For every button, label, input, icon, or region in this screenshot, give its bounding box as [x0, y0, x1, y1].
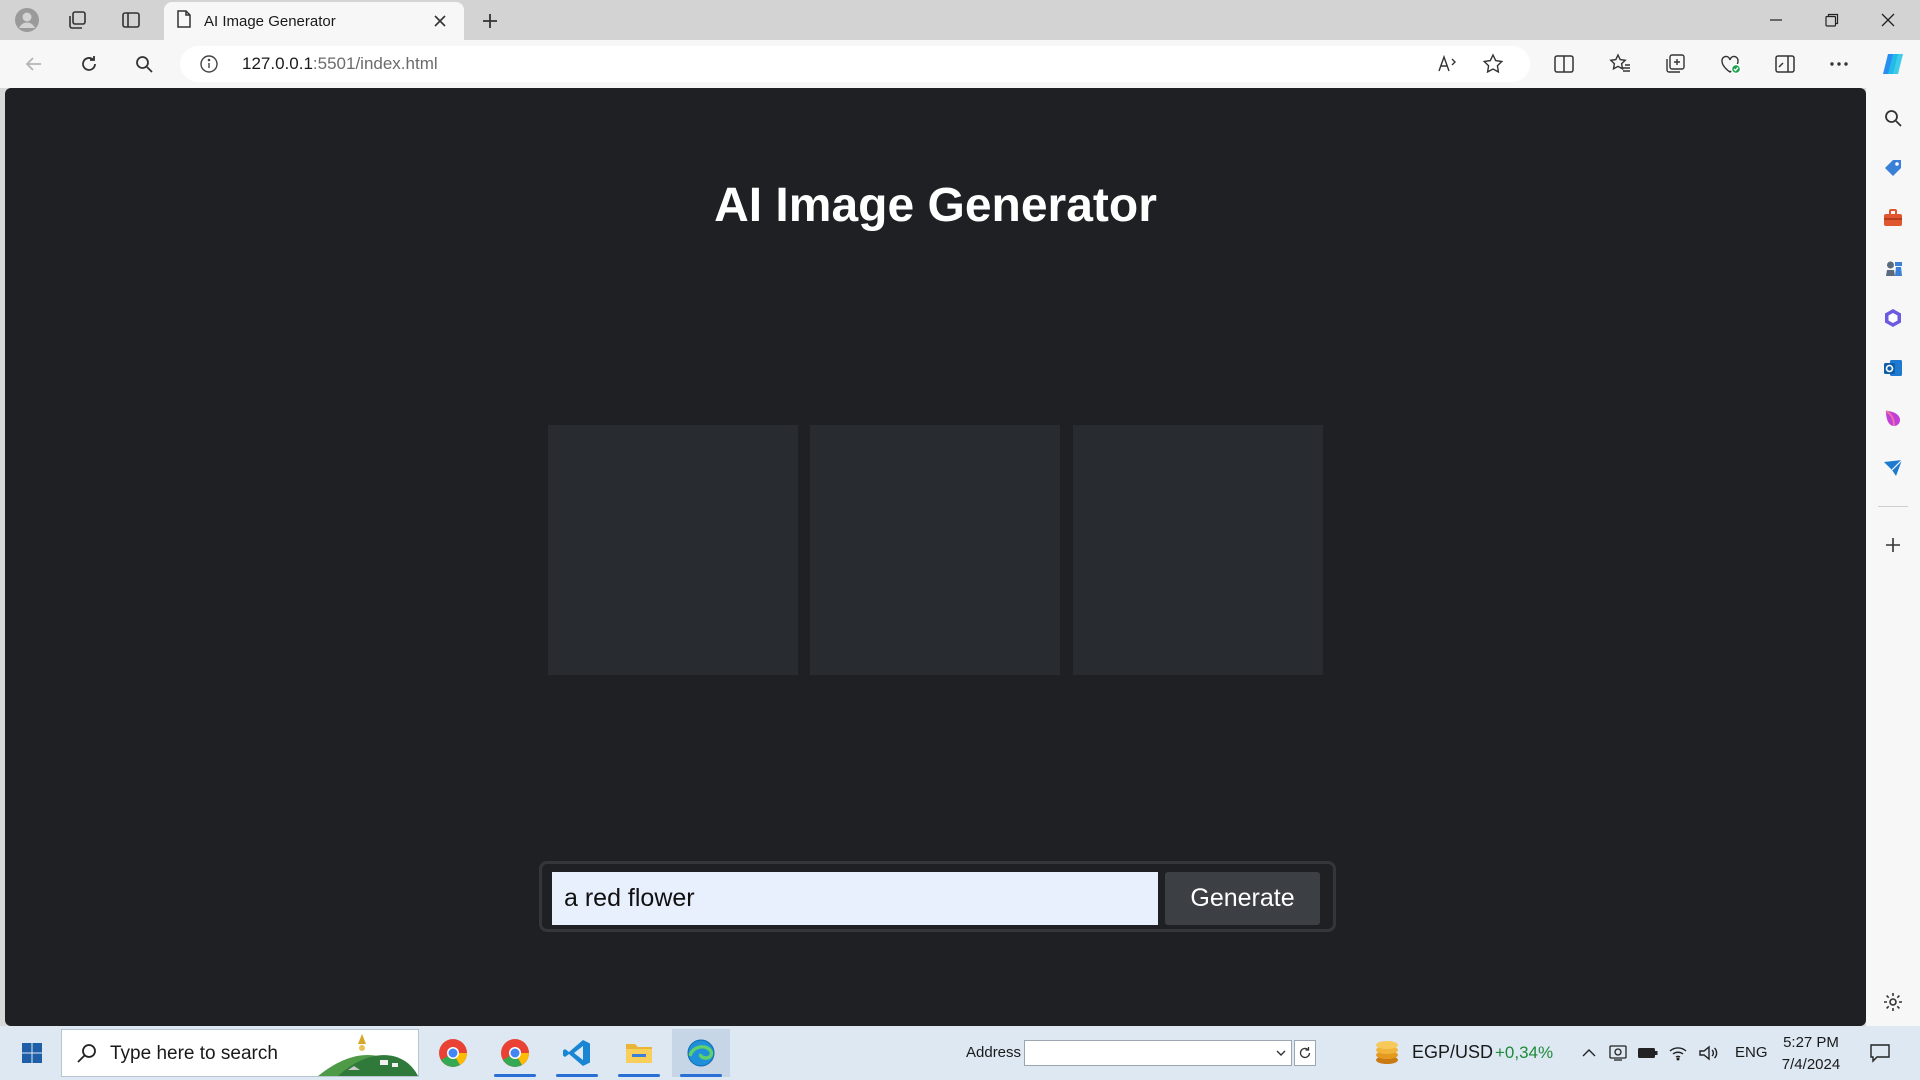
tools-briefcase-icon[interactable]	[1879, 204, 1907, 232]
chrome-icon-2	[501, 1039, 529, 1067]
page-viewport: AI Image Generator Generate	[5, 88, 1866, 1026]
vertical-tabs-icon[interactable]	[114, 4, 148, 36]
favorite-star-icon[interactable]	[1478, 50, 1508, 78]
search-highlight-illustration-icon	[318, 1034, 418, 1076]
copilot-icon[interactable]	[1876, 48, 1910, 80]
tab-title: AI Image Generator	[204, 12, 336, 30]
taskbar-search-icon	[76, 1042, 98, 1068]
taskbar-search-box[interactable]: Type here to search	[61, 1029, 419, 1077]
image-placeholder-2	[810, 425, 1060, 675]
taskbar-edge-app[interactable]	[672, 1029, 730, 1077]
prompt-form: Generate	[539, 861, 1336, 932]
tab-ai-image-generator[interactable]: AI Image Generator	[164, 2, 464, 40]
coins-icon	[1376, 1041, 1398, 1064]
browser-toolbar: 127.0.0.1:5501/index.html	[0, 40, 1920, 88]
sidebar-divider	[1878, 506, 1908, 507]
edge-sidebar	[1866, 88, 1920, 1026]
tray-app-icon[interactable]	[1606, 1042, 1630, 1064]
generate-button[interactable]: Generate	[1165, 872, 1320, 925]
windows-taskbar: Type here to search Address EGP/USD +0,3…	[0, 1026, 1920, 1080]
browser-tab-strip: AI Image Generator	[0, 0, 1920, 40]
read-aloud-icon[interactable]	[1433, 50, 1463, 78]
taskbar-file-explorer-app[interactable]	[610, 1029, 668, 1077]
designer-icon[interactable]	[1879, 404, 1907, 432]
favorites-icon[interactable]	[1603, 48, 1637, 80]
new-tab-button[interactable]	[474, 6, 506, 36]
page-icon	[176, 10, 192, 32]
currency-ticker-widget[interactable]: EGP/USD +0,34%	[1368, 1036, 1554, 1070]
restore-button[interactable]	[1804, 0, 1860, 40]
sidebar-toggle-icon[interactable]	[1768, 48, 1802, 80]
collections-icon[interactable]	[1658, 48, 1692, 80]
page-title: AI Image Generator	[714, 179, 1157, 232]
workspaces-icon[interactable]	[60, 4, 94, 36]
taskbar-chrome-app[interactable]	[424, 1029, 482, 1077]
search-icon[interactable]	[127, 48, 161, 80]
close-window-button[interactable]	[1860, 0, 1916, 40]
split-screen-icon[interactable]	[1547, 48, 1581, 80]
add-sidebar-app-icon[interactable]	[1879, 531, 1907, 559]
url-text: 127.0.0.1:5501/index.html	[242, 54, 438, 74]
vscode-icon	[563, 1040, 590, 1066]
notifications-icon[interactable]	[1866, 1040, 1894, 1066]
chevron-down-icon[interactable]	[1275, 1044, 1287, 1063]
folder-icon	[626, 1044, 652, 1063]
input-language[interactable]: ENG	[1735, 1044, 1768, 1061]
clock-time: 5:27 PM	[1783, 1034, 1839, 1051]
windows-start-icon[interactable]	[10, 1035, 54, 1071]
profile-icon[interactable]	[10, 4, 44, 36]
site-info-icon[interactable]	[198, 53, 220, 75]
address-bar[interactable]: 127.0.0.1:5501/index.html	[180, 46, 1530, 82]
browser-essentials-icon[interactable]	[1713, 48, 1747, 80]
url-path: :5501/index.html	[312, 54, 438, 73]
back-icon[interactable]	[17, 48, 51, 80]
minimize-button[interactable]	[1748, 0, 1804, 40]
chrome-icon	[439, 1039, 467, 1067]
sidebar-search-icon[interactable]	[1879, 104, 1907, 132]
image-placeholder-3	[1073, 425, 1323, 675]
taskbar-chrome-app-2[interactable]	[486, 1029, 544, 1077]
address-go-refresh-icon[interactable]	[1294, 1040, 1316, 1066]
outlook-icon[interactable]	[1879, 354, 1907, 382]
show-hidden-icons-chevron-up-icon[interactable]	[1577, 1042, 1601, 1064]
games-chess-icon[interactable]	[1879, 254, 1907, 282]
url-host: 127.0.0.1	[242, 54, 313, 73]
prompt-input[interactable]	[552, 872, 1158, 925]
system-clock[interactable]: 5:27 PM 7/4/2024	[1776, 1032, 1846, 1076]
shopping-tag-icon[interactable]	[1879, 154, 1907, 182]
taskbar-search-placeholder: Type here to search	[110, 1043, 278, 1064]
wifi-icon[interactable]	[1666, 1042, 1690, 1064]
ticker-pair: EGP/USD	[1412, 1042, 1494, 1062]
ticker-change: +0,34%	[1495, 1043, 1554, 1062]
sidebar-settings-gear-icon[interactable]	[1879, 988, 1907, 1016]
image-grid	[548, 425, 1328, 675]
taskbar-vscode-app[interactable]	[548, 1029, 606, 1077]
more-menu-icon[interactable]	[1822, 48, 1856, 80]
battery-icon[interactable]	[1636, 1042, 1660, 1064]
image-placeholder-1	[548, 425, 798, 675]
address-toolbar-input[interactable]	[1024, 1040, 1292, 1066]
volume-icon[interactable]	[1696, 1042, 1720, 1064]
close-tab-icon[interactable]	[428, 9, 452, 33]
refresh-icon[interactable]	[72, 48, 106, 80]
clock-date: 7/4/2024	[1781, 1056, 1841, 1073]
edge-icon	[687, 1039, 715, 1067]
send-paper-plane-icon[interactable]	[1879, 454, 1907, 482]
address-toolbar-label: Address	[966, 1044, 1022, 1061]
microsoft-365-icon[interactable]	[1879, 304, 1907, 332]
